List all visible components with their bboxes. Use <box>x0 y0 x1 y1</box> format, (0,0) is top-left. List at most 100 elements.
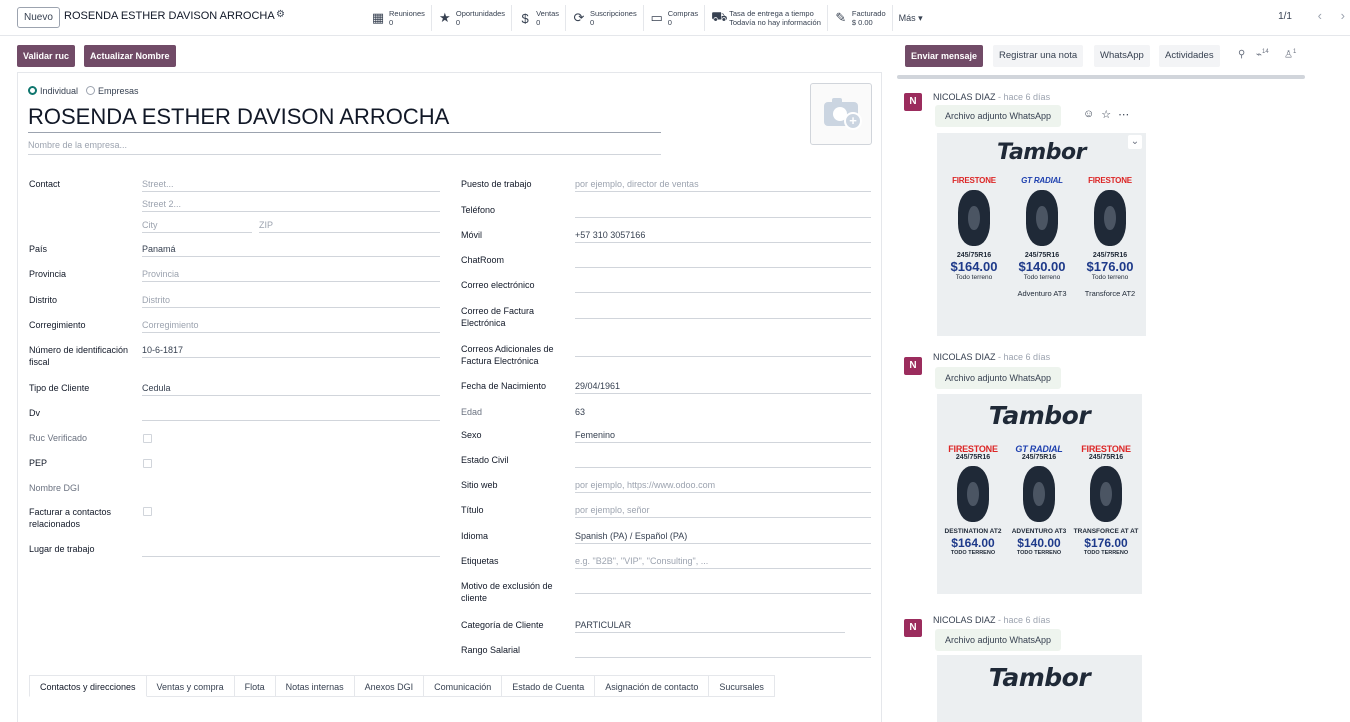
search-icon[interactable]: ⚲ <box>1238 49 1245 60</box>
chatter-scrollbar[interactable] <box>897 75 1305 79</box>
category-select[interactable]: PARTICULAR <box>575 619 845 633</box>
avatar[interactable]: N <box>904 93 922 111</box>
province-input[interactable]: Provincia <box>142 268 440 282</box>
city-input[interactable]: City <box>142 219 252 233</box>
tire-image <box>1026 190 1058 246</box>
star-icon[interactable]: ☆ <box>1101 108 1111 121</box>
tab-contacts[interactable]: Contactos y direcciones <box>29 675 147 697</box>
lang-select[interactable]: Spanish (PA) / Español (PA) <box>575 530 871 544</box>
validate-ruc-button[interactable]: Validar ruc <box>17 45 76 67</box>
message-author[interactable]: NICOLAS DIAZ <box>933 352 996 362</box>
partner-name-input[interactable]: ROSENDA ESTHER DAVISON ARROCHA <box>28 104 661 133</box>
avatar-upload[interactable]: + <box>810 83 872 145</box>
pager-value[interactable]: 1/1 <box>1278 11 1292 22</box>
phone-input[interactable] <box>575 204 871 218</box>
flyer-item-price: $140.00 <box>1017 536 1061 550</box>
salary-select[interactable] <box>575 644 871 658</box>
flyer-item-size: 245/75R16 <box>1021 454 1057 461</box>
province-label: Provincia <box>29 269 67 279</box>
message-author[interactable]: NICOLAS DIAZ <box>933 615 996 625</box>
taxid-input[interactable]: 10-6-1817 <box>142 344 440 358</box>
smart-button-value: 0 <box>590 18 595 27</box>
radio-individual[interactable]: Individual <box>28 86 78 96</box>
pep-label: PEP <box>29 458 48 468</box>
radio-company[interactable]: Empresas <box>86 86 139 96</box>
activities-button[interactable]: Actividades <box>1159 45 1220 67</box>
birth-input[interactable]: 29/04/1961 <box>575 380 871 394</box>
tab-communication[interactable]: Comunicación <box>424 675 503 697</box>
tab-fleet[interactable]: Flota <box>234 675 276 697</box>
extra-emails-input[interactable] <box>575 343 871 357</box>
flyer-brand: Tambor <box>988 401 1091 430</box>
district-input[interactable]: Distrito <box>142 294 440 308</box>
avatar[interactable]: N <box>904 357 922 375</box>
workplace-label: Lugar de trabajo <box>29 544 95 554</box>
exclusion-input[interactable] <box>575 580 871 594</box>
phone-label: Teléfono <box>461 205 496 215</box>
whatsapp-button[interactable]: WhatsApp <box>1094 45 1150 67</box>
more-icon[interactable]: ⋯ <box>1118 108 1129 121</box>
smart-button-oportunidades[interactable]: ★ Oportunidades 0 <box>432 5 513 31</box>
client-type-select[interactable]: Cedula <box>142 382 440 396</box>
corregimiento-input[interactable]: Corregimiento <box>142 319 440 333</box>
tags-input[interactable]: e.g. "B2B", "VIP", "Consulting", ... <box>575 555 871 569</box>
tab-dgi-annexes[interactable]: Anexos DGI <box>354 675 425 697</box>
country-input[interactable]: Panamá <box>142 243 440 257</box>
message-body: Archivo adjunto WhatsApp <box>935 629 1062 651</box>
star-icon: ★ <box>439 10 451 25</box>
tab-sales-purchase[interactable]: Ventas y compra <box>146 675 235 697</box>
tab-contact-assignment[interactable]: Asignación de contacto <box>595 675 710 697</box>
ruc-verified-checkbox[interactable] <box>143 434 152 443</box>
company-name-input[interactable]: Nombre de la empresa... <box>28 140 661 155</box>
message-time: - hace 6 días <box>998 352 1051 362</box>
chevron-right-icon[interactable]: › <box>1341 8 1345 23</box>
chatroom-input[interactable] <box>575 254 871 268</box>
job-input[interactable]: por ejemplo, director de ventas <box>575 178 871 192</box>
log-note-button[interactable]: Registrar una nota <box>993 45 1084 67</box>
attachments-count: 14 <box>1262 49 1269 55</box>
workplace-input[interactable] <box>142 543 440 557</box>
title-input[interactable]: por ejemplo, señor <box>575 504 871 518</box>
paperclip-icon[interactable]: ⌁14 <box>1256 49 1269 60</box>
tab-account-statement[interactable]: Estado de Cuenta <box>502 675 596 697</box>
followers-icon[interactable]: ♙1 <box>1284 49 1296 60</box>
smart-button-facturado[interactable]: ✎ Facturado $ 0.00 <box>828 5 893 31</box>
invoice-icon: ✎ <box>835 10 847 25</box>
more-button[interactable]: Más ▾ <box>893 13 923 24</box>
smart-button-compras[interactable]: ▭ Compras 0 <box>644 5 706 31</box>
new-button[interactable]: Nuevo <box>17 7 60 28</box>
avatar[interactable]: N <box>904 619 922 637</box>
flyer-item-sub: Todo terreno <box>955 274 993 281</box>
whatsapp-attachment-image[interactable]: ⌄ Tambor FIRESTONE 245/75R16 $164.00 Tod… <box>937 133 1146 336</box>
emoji-icon[interactable]: ☺ <box>1083 108 1094 121</box>
update-name-button[interactable]: Actualizar Nombre <box>84 45 176 67</box>
street2-input[interactable]: Street 2... <box>142 198 440 212</box>
flyer-item-sub: Todo terreno <box>1023 274 1061 281</box>
zip-input[interactable]: ZIP <box>259 219 440 233</box>
whatsapp-attachment-image[interactable]: Tambor FIRESTONE 245/75R16 DESTINATION A… <box>937 394 1142 594</box>
smart-button-ventas[interactable]: $ Ventas 0 <box>512 5 566 31</box>
smart-button-entrega[interactable]: ⛟ Tasa de entrega a tiempo Todavía no hay… <box>705 5 828 31</box>
tab-branches[interactable]: Sucursales <box>709 675 775 697</box>
invoice-related-checkbox[interactable] <box>143 507 152 516</box>
smart-button-reuniones[interactable]: ▦ Reuniones 0 <box>365 5 432 31</box>
flyer-item-model: Transforce AT2 <box>1084 289 1136 298</box>
mobile-input[interactable]: +57 310 3057166 <box>575 229 871 243</box>
gear-icon[interactable]: ⚙ <box>276 9 285 20</box>
send-message-button[interactable]: Enviar mensaje <box>905 45 984 67</box>
einvoice-email-input[interactable] <box>575 305 871 319</box>
dv-input[interactable] <box>142 407 440 421</box>
chevron-left-icon[interactable]: ‹ <box>1318 8 1322 23</box>
smart-button-label: Reuniones <box>389 9 425 18</box>
message-author[interactable]: NICOLAS DIAZ <box>933 92 996 102</box>
flyer-brand: Tambor <box>988 663 1091 692</box>
smart-button-suscripciones[interactable]: ⟳ Suscripciones 0 <box>566 5 644 31</box>
pep-checkbox[interactable] <box>143 459 152 468</box>
civil-select[interactable] <box>575 454 871 468</box>
website-input[interactable]: por ejemplo, https://www.odoo.com <box>575 479 871 493</box>
tab-internal-notes[interactable]: Notas internas <box>275 675 355 697</box>
street-input[interactable]: Street... <box>142 178 440 192</box>
email-input[interactable] <box>575 279 871 293</box>
sex-select[interactable]: Femenino <box>575 429 871 443</box>
whatsapp-attachment-image[interactable]: Tambor <box>937 655 1142 722</box>
